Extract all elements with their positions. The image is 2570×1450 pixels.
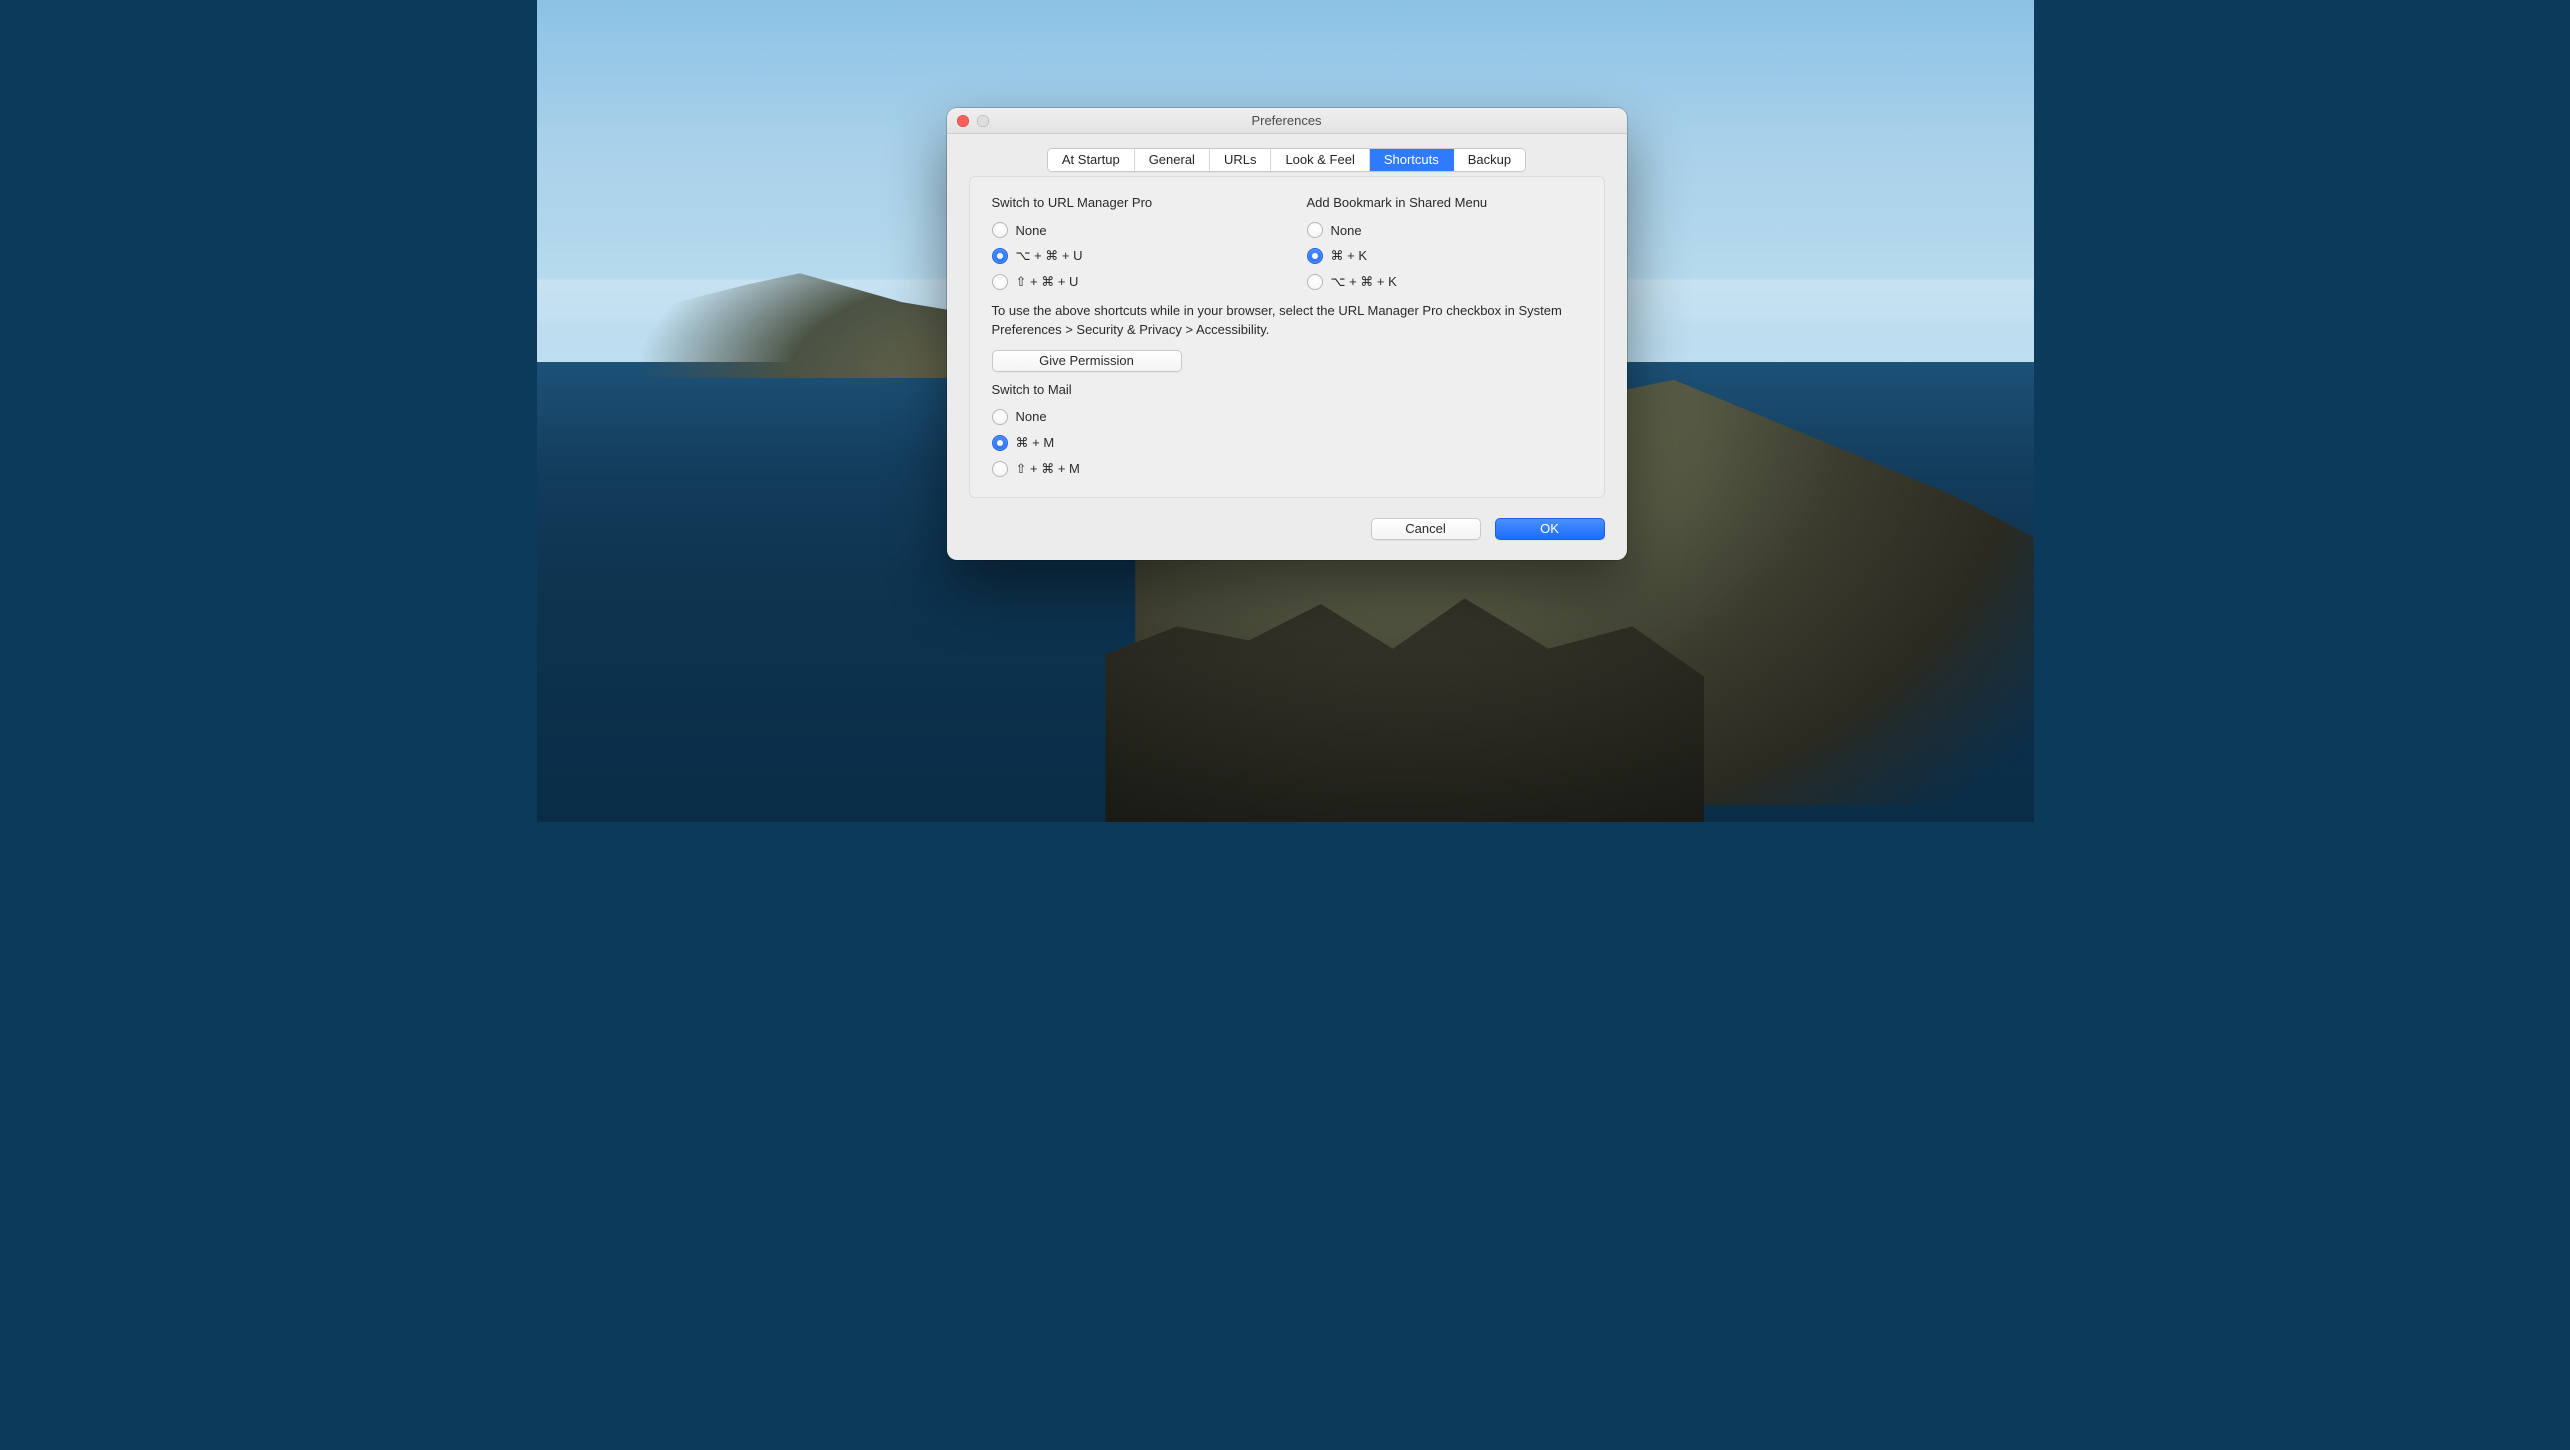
radio-icon[interactable] xyxy=(1307,274,1323,290)
radio-icon[interactable] xyxy=(992,461,1008,477)
tab-urls[interactable]: URLs xyxy=(1210,149,1272,171)
minimize-icon[interactable] xyxy=(977,115,989,127)
tab-look-feel[interactable]: Look & Feel xyxy=(1271,149,1369,171)
tab-at-startup[interactable]: At Startup xyxy=(1048,149,1135,171)
radio-label: None xyxy=(1016,223,1047,238)
radio-icon[interactable] xyxy=(1307,248,1323,264)
group-add-bookmark: Add Bookmark in Shared Menu None ⌘ + K ⌥… xyxy=(1307,195,1582,296)
titlebar[interactable]: Preferences xyxy=(947,108,1627,134)
group-title-add-bookmark: Add Bookmark in Shared Menu xyxy=(1307,195,1582,210)
radio-switch-ump-none[interactable]: None xyxy=(992,218,1267,244)
give-permission-button[interactable]: Give Permission xyxy=(992,350,1182,372)
radio-label: ⌘ + M xyxy=(1016,435,1055,451)
radio-icon[interactable] xyxy=(992,435,1008,451)
group-title-switch-mail: Switch to Mail xyxy=(992,382,1582,397)
shortcuts-panel: Switch to URL Manager Pro None ⌥ + ⌘ + U… xyxy=(969,176,1605,498)
radio-switch-mail-cmd-m[interactable]: ⌘ + M xyxy=(992,431,1582,457)
radio-label: ⇧ + ⌘ + U xyxy=(1016,274,1079,290)
radio-add-bookmark-none[interactable]: None xyxy=(1307,218,1582,244)
cancel-button[interactable]: Cancel xyxy=(1371,518,1481,540)
tab-backup[interactable]: Backup xyxy=(1454,149,1525,171)
dialog-footer: Cancel OK xyxy=(947,512,1627,560)
group-switch-mail: Switch to Mail None ⌘ + M ⇧ + ⌘ + M xyxy=(992,382,1582,483)
tab-segmented-control: At Startup General URLs Look & Feel Shor… xyxy=(1047,148,1526,172)
radio-icon[interactable] xyxy=(992,222,1008,238)
accessibility-note: To use the above shortcuts while in your… xyxy=(992,302,1582,340)
ok-button[interactable]: OK xyxy=(1495,518,1605,540)
radio-icon[interactable] xyxy=(992,248,1008,264)
desktop-wallpaper: www.MacW.com Preferences At Startup Gene… xyxy=(537,0,2034,822)
radio-label: ⌥ + ⌘ + K xyxy=(1331,274,1397,290)
radio-icon[interactable] xyxy=(992,274,1008,290)
window-controls xyxy=(957,115,989,127)
radio-icon[interactable] xyxy=(992,409,1008,425)
radio-add-bookmark-cmd-k[interactable]: ⌘ + K xyxy=(1307,244,1582,270)
preferences-window: Preferences At Startup General URLs Look… xyxy=(947,108,1627,560)
window-title: Preferences xyxy=(1251,113,1321,128)
radio-label: ⌥ + ⌘ + U xyxy=(1016,248,1083,264)
tab-general[interactable]: General xyxy=(1135,149,1210,171)
radio-label: None xyxy=(1331,223,1362,238)
close-icon[interactable] xyxy=(957,115,969,127)
radio-add-bookmark-opt-cmd-k[interactable]: ⌥ + ⌘ + K xyxy=(1307,270,1582,296)
radio-label: ⇧ + ⌘ + M xyxy=(1016,461,1080,477)
group-switch-ump: Switch to URL Manager Pro None ⌥ + ⌘ + U… xyxy=(992,195,1267,296)
radio-switch-ump-shift-cmd-u[interactable]: ⇧ + ⌘ + U xyxy=(992,270,1267,296)
radio-icon[interactable] xyxy=(1307,222,1323,238)
tab-bar: At Startup General URLs Look & Feel Shor… xyxy=(947,134,1627,176)
radio-label: None xyxy=(1016,409,1047,424)
group-title-switch-ump: Switch to URL Manager Pro xyxy=(992,195,1267,210)
radio-label: ⌘ + K xyxy=(1331,248,1368,264)
tab-shortcuts[interactable]: Shortcuts xyxy=(1370,149,1454,171)
radio-switch-mail-none[interactable]: None xyxy=(992,405,1582,431)
radio-switch-mail-shift-cmd-m[interactable]: ⇧ + ⌘ + M xyxy=(992,457,1582,483)
radio-switch-ump-opt-cmd-u[interactable]: ⌥ + ⌘ + U xyxy=(992,244,1267,270)
